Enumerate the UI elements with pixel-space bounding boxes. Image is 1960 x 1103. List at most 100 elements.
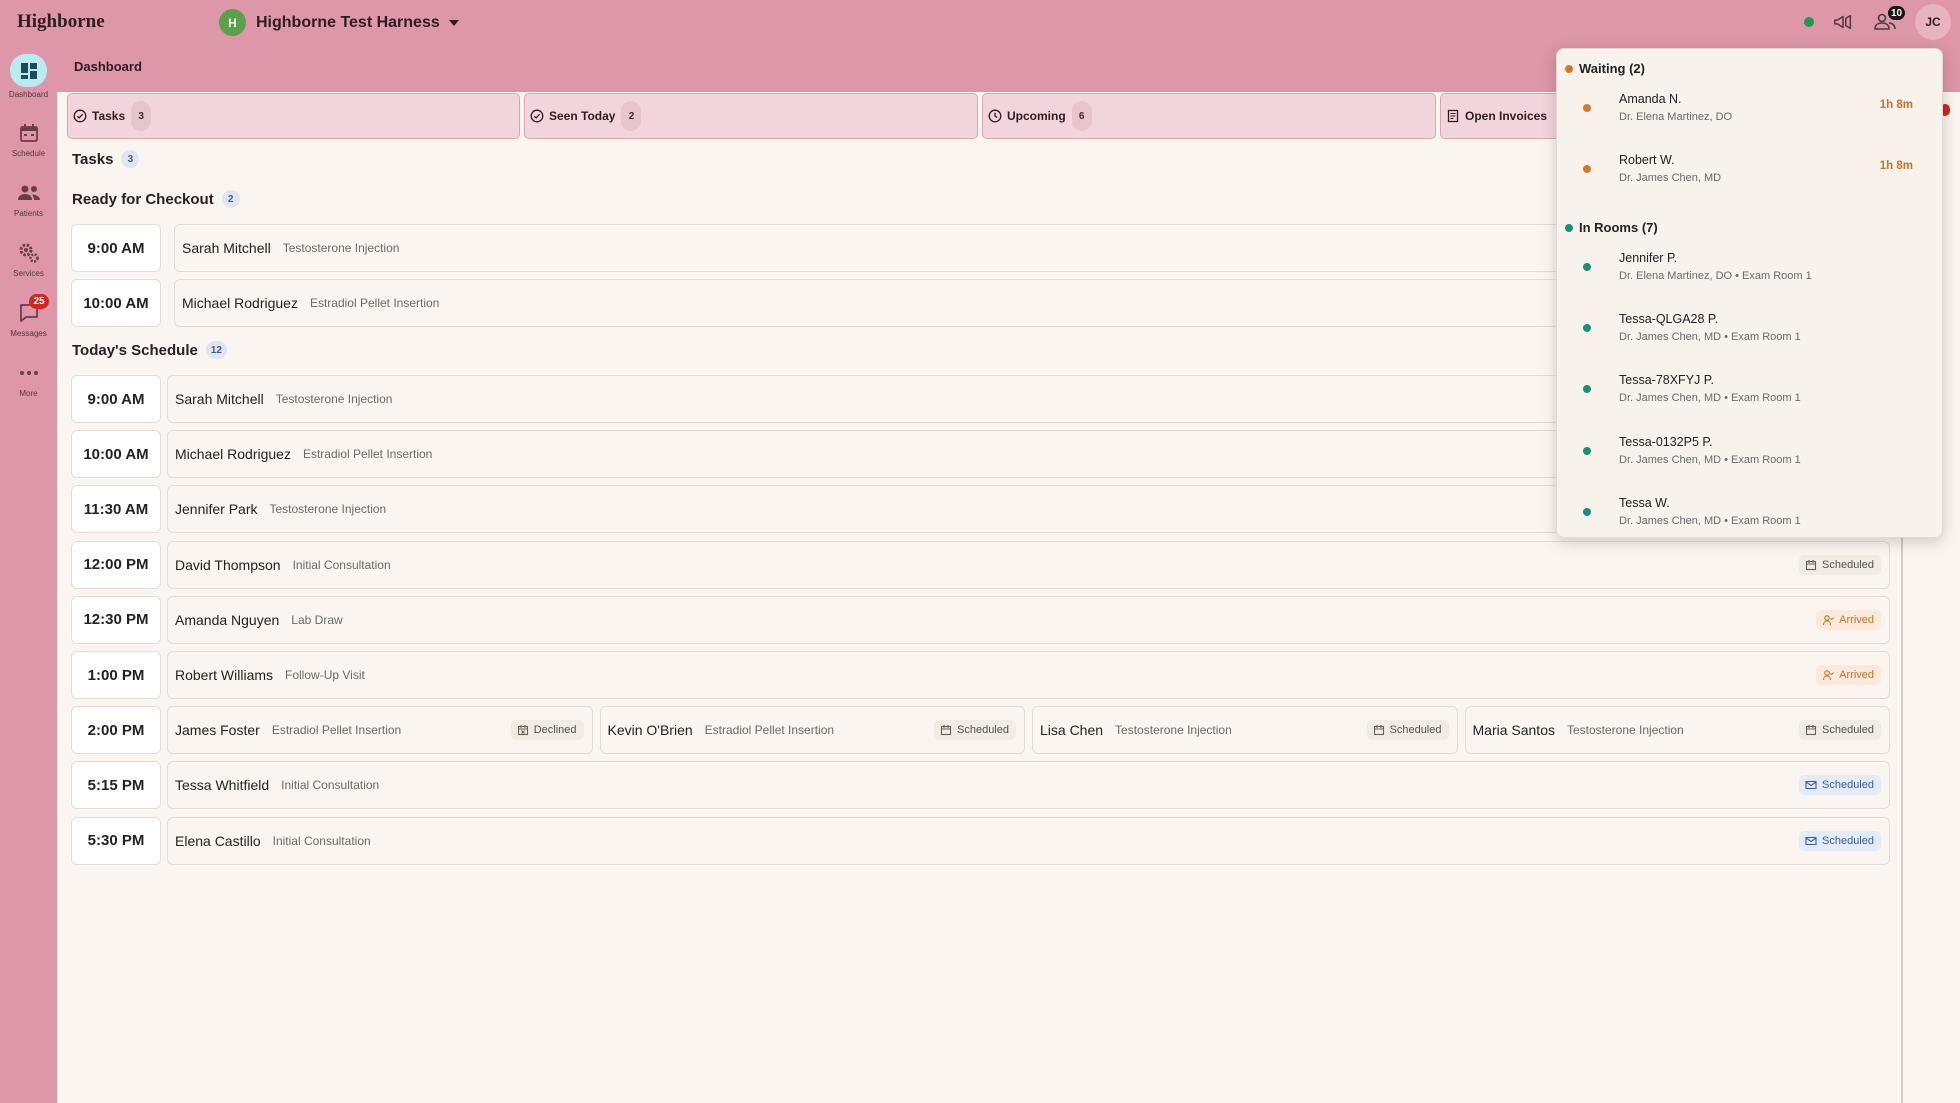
status-badge: Declined: [510, 720, 584, 741]
calendar-icon: [1805, 725, 1817, 736]
group-title-text: In Rooms (7): [1579, 220, 1658, 235]
in-room-patient-row[interactable]: Tessa-0132P5 P. Dr. James Chen, MD • Exam…: [1557, 427, 1942, 477]
appointment-card[interactable]: David Thompson Initial Consultation Schedu…: [167, 540, 1890, 589]
tasks-heading: Tasks 3: [72, 150, 140, 168]
appointment-card[interactable]: Amanda Nguyen Lab Draw Arrived: [167, 595, 1890, 644]
in-room-patient-row[interactable]: Tessa-QLGA28 P. Dr. James Chen, MD • Exam…: [1557, 304, 1942, 354]
megaphone-icon[interactable]: [1832, 11, 1854, 33]
status-badge: Scheduled: [934, 720, 1016, 741]
status-text: Scheduled: [1822, 724, 1874, 737]
room-detail: Dr. James Chen, MD • Exam Room 1: [1619, 331, 1801, 344]
status-text: Scheduled: [1389, 724, 1442, 737]
app-logo[interactable]: Highborne: [17, 11, 105, 33]
wait-time: 1h 8m: [1879, 99, 1913, 111]
sidebar-item-more[interactable]: More: [0, 357, 57, 411]
patient-name: David Thompson: [175, 556, 281, 573]
time-slot: 5:15 PM: [71, 761, 161, 810]
patient-name: Kevin O'Brien: [607, 722, 693, 739]
waiting-patient-row[interactable]: Robert W. Dr. James Chen, MD 1h 8m: [1557, 145, 1942, 195]
waiting-dot-icon: [1583, 165, 1591, 173]
status-badge: Arrived: [1816, 609, 1881, 630]
time-slot: 1:00 PM: [71, 651, 161, 699]
stat-label: Upcoming: [1007, 109, 1066, 123]
patient-name: Robert W.: [1619, 153, 1675, 167]
in-room-patient-row[interactable]: Tessa W. Dr. James Chen, MD • Exam Room 1: [1557, 488, 1942, 537]
sidebar-item-services[interactable]: Services: [0, 237, 57, 291]
calendar-icon: [1805, 559, 1817, 570]
appointment-card[interactable]: James Foster Estradiol Pellet Insertion De…: [167, 706, 593, 755]
patient-name: Jennifer Park: [175, 501, 258, 518]
in-room-dot-icon: [1583, 446, 1591, 455]
org-switcher[interactable]: H Highborne Test Harness: [219, 9, 459, 36]
service-name: Testosterone Injection: [269, 502, 387, 517]
service-name: Initial Consultation: [272, 833, 371, 848]
calendar-icon: [940, 725, 952, 736]
service-name: Estradiol Pellet Insertion: [271, 723, 402, 738]
sidebar-item-label: Patients: [14, 209, 43, 218]
service-name: Testosterone Injection: [1566, 723, 1684, 738]
sidebar-item-messages[interactable]: 25 Messages: [0, 294, 57, 351]
time-slot: 10:00 AM: [71, 430, 161, 479]
person-arrived-icon: [1823, 670, 1835, 681]
in-room-patient-row[interactable]: Jennifer P. Dr. Elena Martinez, DO • Exam…: [1557, 243, 1942, 293]
sidebar-item-patients[interactable]: Patients: [0, 177, 57, 231]
appointment-card[interactable]: Kevin O'Brien Estradiol Pellet Insertion S…: [599, 706, 1025, 755]
stat-card-seen-today[interactable]: Seen Today 2: [524, 93, 978, 139]
stat-count: 3: [131, 101, 152, 131]
org-avatar: H: [219, 9, 246, 36]
user-avatar[interactable]: JC: [1915, 4, 1951, 40]
people-icon: [15, 179, 42, 206]
sidebar-item-label: Messages: [10, 329, 47, 338]
sidebar: Dashboard Schedule Patients Services 25 …: [0, 44, 57, 1103]
patient-name: Maria Santos: [1472, 722, 1555, 739]
status-text: Arrived: [1839, 613, 1874, 626]
appointment-card[interactable]: Michael Rodriguez Estradiol Pellet Insert…: [174, 279, 1560, 327]
appointment-card[interactable]: Michael Rodriguez Estradiol Pellet Insert…: [167, 430, 1560, 479]
waiting-patient-row[interactable]: Amanda N. Dr. Elena Martinez, DO 1h 8m: [1557, 84, 1942, 134]
service-name: Initial Consultation: [292, 557, 391, 572]
status-text: Scheduled: [1822, 558, 1874, 571]
patient-name: Tessa W.: [1619, 495, 1670, 510]
appointment-card[interactable]: Lisa Chen Testosterone Injection Scheduled: [1032, 706, 1458, 755]
dashboard-icon: [10, 54, 47, 87]
patient-name: Elena Castillo: [175, 832, 261, 849]
patient-name: Robert Williams: [175, 667, 274, 683]
appointment-card[interactable]: Elena Castillo Initial Consultation Schedu…: [167, 816, 1890, 865]
service-name: Testosterone Injection: [1115, 723, 1232, 738]
gears-icon: [15, 239, 42, 266]
appointment-card[interactable]: Robert Williams Follow-Up Visit Arrived: [167, 651, 1890, 699]
in-room-patient-row[interactable]: Tessa-78XFYJ P. Dr. James Chen, MD • Exam…: [1557, 365, 1942, 415]
stat-card-upcoming[interactable]: Upcoming 6: [982, 93, 1436, 139]
stat-card-tasks[interactable]: Tasks 3: [67, 93, 520, 139]
stat-count: 2: [621, 101, 642, 131]
person-arrived-icon: [1823, 615, 1835, 625]
envelope-icon: [1805, 781, 1817, 790]
status-text: Scheduled: [1822, 834, 1874, 847]
patient-name: Michael Rodriguez: [175, 446, 291, 463]
appointment-card[interactable]: Sarah Mitchell Testosterone Injection: [167, 375, 1560, 423]
appointment-card[interactable]: Maria Santos Testosterone Injection Schedu…: [1464, 706, 1890, 755]
patient-name: Amanda Nguyen: [175, 611, 280, 628]
status-text: Arrived: [1839, 669, 1874, 681]
patient-name: Tessa Whitfield: [175, 777, 270, 794]
service-name: Estradiol Pellet Insertion: [704, 723, 835, 738]
count-pill: 12: [205, 341, 227, 359]
time-slot: 12:00 PM: [71, 540, 161, 589]
patient-name: Jennifer P.: [1619, 251, 1678, 265]
sidebar-item-dashboard[interactable]: Dashboard: [0, 54, 57, 112]
appointment-card[interactable]: Jennifer Park Testosterone Injection: [167, 485, 1560, 534]
service-name: Testosterone Injection: [282, 241, 400, 255]
status-badge: Scheduled: [1799, 554, 1881, 575]
status-badge: Scheduled: [1799, 720, 1881, 741]
time-slot: 10:00 AM: [71, 279, 161, 327]
sidebar-item-label: More: [19, 389, 38, 398]
service-name: Lab Draw: [291, 612, 343, 627]
status-text: Declined: [533, 724, 577, 737]
top-bar: Highborne H Highborne Test Harness 10 JC: [0, 0, 1960, 44]
section-title-text: Tasks: [72, 150, 114, 168]
sidebar-item-schedule[interactable]: Schedule: [0, 117, 57, 171]
room-detail: Dr. Elena Martinez, DO • Exam Room 1: [1619, 270, 1812, 282]
calendar-icon: [15, 119, 42, 146]
appointment-card[interactable]: Tessa Whitfield Initial Consultation Sched…: [167, 761, 1890, 810]
appointment-card[interactable]: Sarah Mitchell Testosterone Injection: [174, 224, 1560, 272]
